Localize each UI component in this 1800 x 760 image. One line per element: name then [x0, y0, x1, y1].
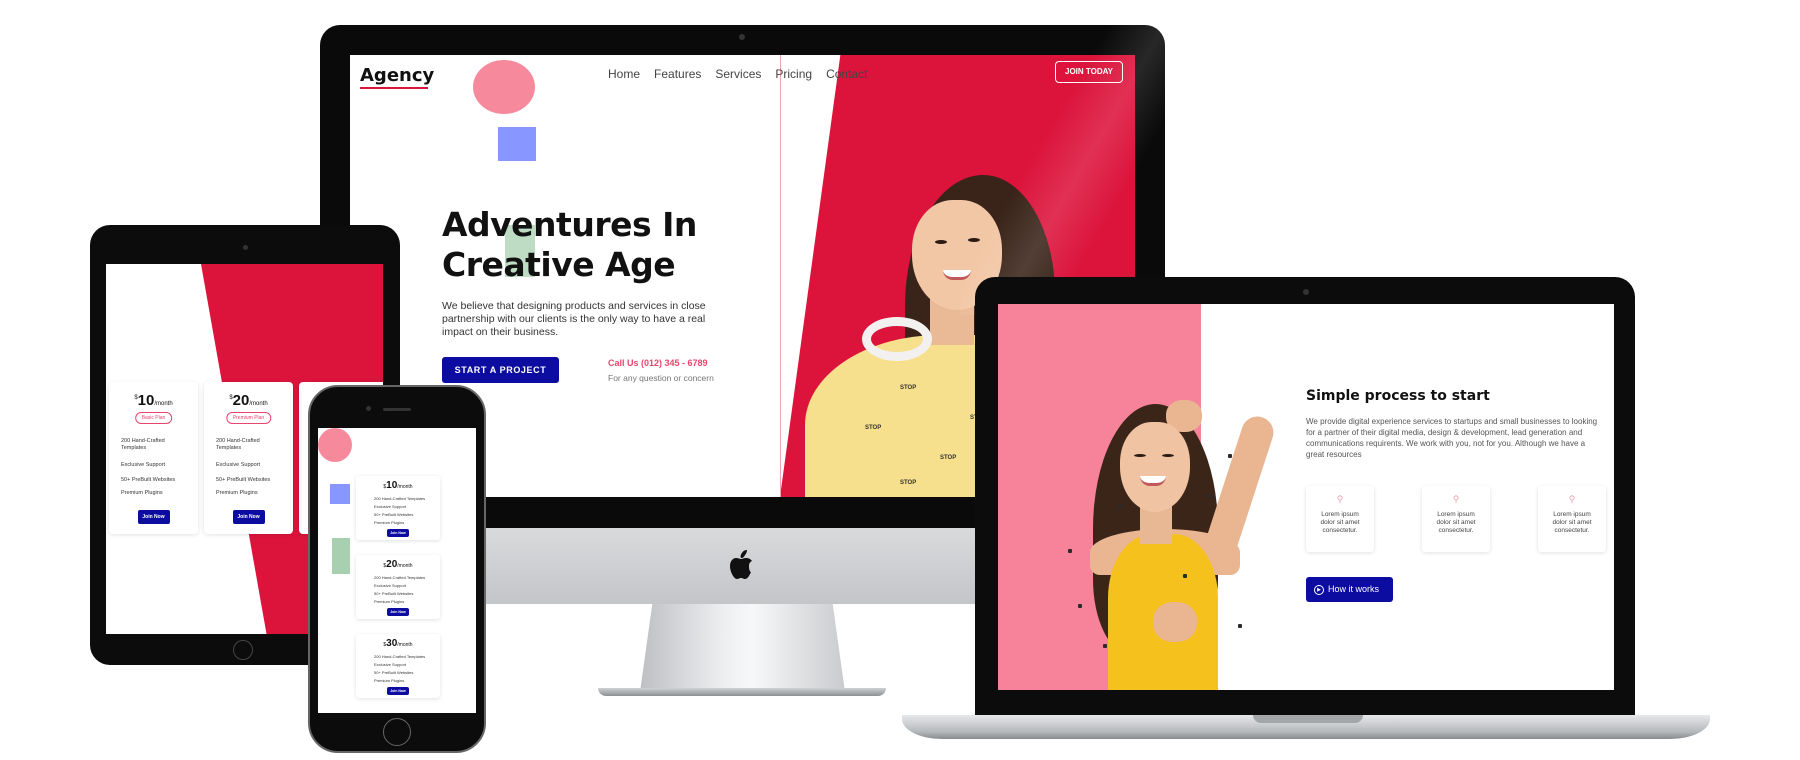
phone-speaker: [383, 408, 411, 411]
feature-item: Exclusive Support: [216, 462, 261, 468]
feature-item: Premium Plugins: [374, 520, 405, 525]
confetti: [1183, 574, 1187, 578]
woman-eye: [935, 240, 947, 244]
price-period: /month: [249, 401, 268, 407]
pricing-card: $20/month Premium Plan 200 Hand-Crafted …: [204, 382, 293, 534]
phone-camera: [366, 406, 371, 411]
price-period: /month: [397, 484, 413, 490]
card-price: $20/month: [356, 559, 440, 570]
imac-foot: [598, 688, 886, 696]
shirt-print: STOP: [940, 455, 957, 461]
join-now-button[interactable]: Join Now: [137, 510, 170, 524]
feature-item: Premium Plugins: [374, 678, 405, 683]
price-value: 20: [386, 559, 398, 570]
woman-eye: [968, 238, 980, 242]
confetti: [1208, 494, 1212, 498]
confetti: [1078, 604, 1082, 608]
decor-pink-circle: [318, 428, 352, 462]
pricing-card: $20/month 200 Hand-Crafted Templates Exc…: [356, 555, 440, 619]
feature-item: 50+ PreBuilt Websites: [121, 477, 176, 483]
plan-badge: Premium Plan: [225, 412, 272, 424]
woman-face: [1120, 422, 1190, 512]
laptop-camera: [1303, 289, 1309, 295]
confetti: [1238, 624, 1242, 628]
phone-home-button[interactable]: [383, 718, 411, 746]
confetti: [1068, 549, 1072, 553]
tablet-home-button[interactable]: [233, 640, 253, 660]
feature-card-text: Lorem ipsum dolor sit amet consectetur.: [1320, 511, 1360, 534]
feature-card[interactable]: ⚲ Lorem ipsum dolor sit amet consectetur…: [1306, 486, 1374, 552]
feature-item: Premium Plugins: [121, 490, 163, 496]
laptop-notch: [1253, 715, 1363, 723]
mockup-stage: Agency Home Features Services Pricing Co…: [0, 0, 1800, 760]
woman-eye: [1162, 454, 1174, 457]
how-it-works-label: How it works: [1328, 584, 1380, 594]
price-value: 10: [386, 480, 398, 491]
feature-card-text: Lorem ipsum dolor sit amet consectetur.: [1436, 511, 1476, 534]
card-price: $10/month: [356, 480, 440, 491]
price-period: /month: [154, 401, 173, 407]
confetti: [1103, 644, 1107, 648]
headphones: [862, 317, 932, 361]
price-value: 20: [232, 392, 250, 409]
feature-item: Premium Plugins: [216, 490, 258, 496]
process-woman-image: [998, 304, 1298, 690]
process-title: Simple process to start: [1306, 388, 1490, 404]
search-icon: ⚲: [1452, 494, 1460, 504]
price-value: 30: [386, 638, 398, 649]
process-description: We provide digital experience services t…: [1306, 417, 1598, 459]
price-value: 10: [137, 392, 155, 409]
feature-card[interactable]: ⚲ Lorem ipsum dolor sit amet consectetur…: [1422, 486, 1490, 552]
decor-blue-square: [330, 484, 350, 504]
phone-screen: $10/month 200 Hand-Crafted Templates Exc…: [318, 428, 476, 713]
join-now-button[interactable]: Join Now: [387, 608, 409, 616]
shirt-print: STOP: [865, 425, 882, 431]
join-now-button[interactable]: Join Now: [387, 529, 409, 537]
card-price: $20/month: [204, 392, 293, 409]
laptop-screen: Simple process to start We provide digit…: [998, 304, 1614, 690]
feature-item: 200 Hand-Crafted Templates: [216, 438, 260, 451]
woman-eye: [1134, 454, 1146, 457]
how-it-works-button[interactable]: ▶ How it works: [1306, 577, 1393, 602]
pricing-card: $10/month 200 Hand-Crafted Templates Exc…: [356, 476, 440, 540]
imac-stand: [640, 604, 845, 692]
feature-item: 50+ PreBuilt Websites: [216, 477, 271, 483]
card-price: $10/month: [109, 392, 198, 409]
search-icon: ⚲: [1336, 494, 1344, 504]
shirt-print: STOP: [900, 385, 917, 391]
pricing-card: $10/month Basic Plan 200 Hand-Crafted Te…: [109, 382, 198, 534]
card-price: $30/month: [356, 638, 440, 649]
feature-item: Exclusive Support: [121, 462, 166, 468]
decor-green-rect: [332, 538, 350, 574]
feature-item: Premium Plugins: [374, 599, 405, 604]
play-icon: ▶: [1314, 584, 1324, 595]
confetti: [1118, 504, 1122, 508]
pricing-card: $30/month 200 Hand-Crafted Templates Exc…: [356, 634, 440, 698]
apple-logo-icon: [730, 550, 752, 579]
join-now-button[interactable]: Join Now: [387, 687, 409, 695]
join-now-button[interactable]: Join Now: [232, 510, 265, 524]
confetti: [1228, 454, 1232, 458]
price-period: /month: [397, 563, 413, 569]
feature-card-text: Lorem ipsum dolor sit amet consectetur.: [1552, 511, 1592, 534]
woman-hand: [1153, 602, 1197, 642]
plan-badge: Basic Plan: [134, 412, 173, 424]
shirt-print: STOP: [900, 480, 917, 486]
tablet-camera: [243, 245, 248, 250]
search-icon: ⚲: [1568, 494, 1576, 504]
feature-item: 200 Hand-Crafted Templates: [121, 438, 165, 451]
feature-card[interactable]: ⚲ Lorem ipsum dolor sit amet consectetur…: [1538, 486, 1606, 552]
price-period: /month: [397, 642, 413, 648]
imac-camera: [739, 34, 745, 40]
